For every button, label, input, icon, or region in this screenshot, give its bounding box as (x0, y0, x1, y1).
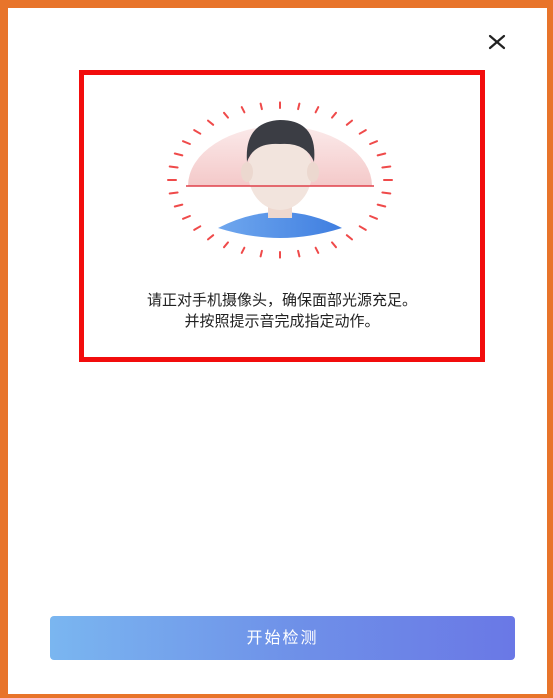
scan-ring-tick (259, 249, 263, 258)
scan-ring-tick (314, 106, 320, 114)
scan-ring-tick (381, 165, 392, 169)
scan-ring-tick (345, 234, 353, 241)
instruction-line-2: 并按照提示音完成指定动作。 (184, 312, 380, 330)
scan-ring-tick (223, 111, 229, 119)
scan-ring-tick (369, 215, 378, 220)
scan-ring-tick (168, 191, 179, 195)
close-button[interactable] (482, 28, 512, 58)
scan-ring-tick (358, 129, 367, 135)
scan-ring-tick (193, 129, 202, 135)
face-outline-icon (167, 101, 393, 259)
scan-ring-tick (369, 140, 378, 145)
scan-ring-tick (259, 102, 263, 111)
scan-ring-tick (297, 249, 301, 258)
scan-ring-tick (193, 225, 202, 231)
scan-ring-tick (240, 106, 246, 114)
face-illustration (160, 100, 400, 260)
scan-ring-tick (376, 203, 387, 208)
scan-ring-tick (182, 140, 191, 145)
instruction-text: 请正对手机摄像头，确保面部光源充足。 并按照提示音完成指定动作。 (84, 290, 480, 332)
scan-ring-tick (331, 111, 337, 119)
close-icon (488, 34, 506, 50)
instruction-line-1: 请正对手机摄像头，确保面部光源充足。 (146, 291, 417, 309)
scan-ring-tick (314, 246, 320, 254)
scan-ring-tick (345, 119, 353, 126)
start-detection-button[interactable]: 开始检测 (50, 616, 515, 660)
scan-ring-tick (207, 234, 215, 241)
scan-ring-tick (376, 152, 387, 157)
scan-ring-tick (240, 246, 246, 254)
scan-ring-tick (182, 215, 191, 220)
scan-ring-tick (168, 165, 179, 169)
scan-ring-tick (173, 152, 184, 157)
scan-ring-tick (381, 191, 392, 195)
scan-ring-tick (358, 225, 367, 231)
scan-ring-tick (297, 102, 301, 111)
scan-ring-tick (223, 241, 229, 249)
scan-ring-tick (207, 119, 215, 126)
scan-ring-tick (173, 203, 184, 208)
scan-ring-tick (331, 241, 337, 249)
